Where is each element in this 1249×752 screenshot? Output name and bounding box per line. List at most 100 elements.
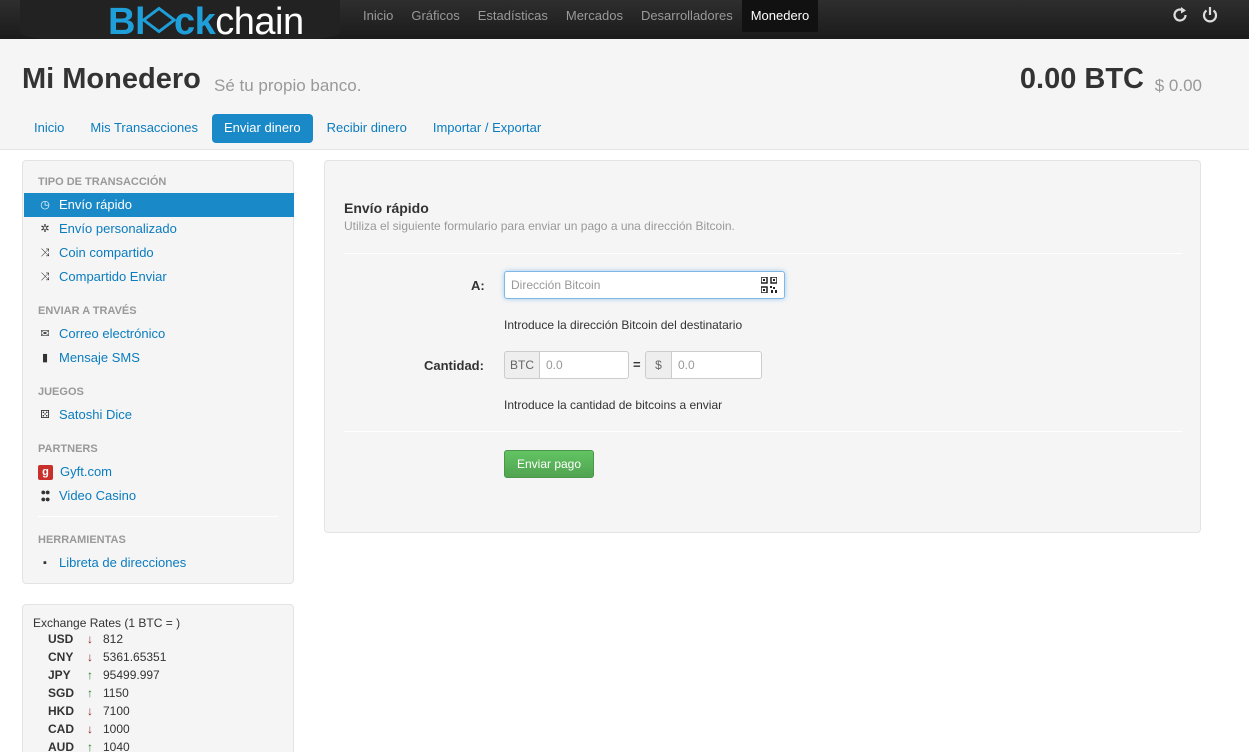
rate-row: AUD ↑ 1040 (23, 740, 293, 752)
amount-help: Introduce la cantidad de bitcoins a envi… (504, 398, 723, 412)
form-title: Envío rápido (344, 200, 429, 216)
rate-value: 7100 (103, 704, 130, 718)
amount-label: Cantidad: (424, 358, 484, 373)
top-navbar: Bl ckchain Inicio Gráficos Estadísticas M… (0, 0, 1249, 46)
sidebar-heading-games: JUEGOS (38, 386, 84, 398)
form-divider (344, 431, 1182, 432)
sidebar: TIPO DE TRANSACCIÓN ◷ Envío rápido ✲ Envío… (22, 160, 294, 584)
rate-value: 5361.65351 (103, 650, 167, 664)
rate-currency: CNY (48, 650, 74, 664)
sidebar-heading-via: ENVIAR A TRAVÉS (38, 305, 137, 317)
arrow-down-icon: ↓ (87, 704, 93, 718)
sidebar-item-label: Video Casino (59, 488, 137, 503)
shuffle-icon: ⤨ (40, 247, 50, 259)
rate-currency: JPY (48, 668, 71, 682)
rate-value: 1040 (103, 740, 130, 752)
usd-addon: $ (645, 351, 672, 379)
btc-addon: BTC (504, 351, 540, 379)
sidebar-item-compartido-enviar[interactable]: ⤨ Compartido Enviar (24, 265, 294, 289)
nav-estadisticas[interactable]: Estadísticas (469, 0, 557, 32)
arrow-down-icon: ↓ (87, 632, 93, 646)
arrow-down-icon: ↓ (87, 650, 93, 664)
power-icon[interactable] (1201, 6, 1219, 24)
nav-icons (1171, 6, 1219, 24)
shuffle-icon: ⤨ (40, 271, 50, 283)
sidebar-heading-tools: HERRAMIENTAS (38, 534, 126, 546)
envelope-icon: ✉ (40, 328, 50, 340)
sidebar-item-libreta[interactable]: ▪ Libreta de direcciones (24, 551, 294, 575)
rate-currency: SGD (48, 686, 75, 700)
dice-icon: ⚄ (40, 409, 50, 421)
send-payment-button[interactable]: Enviar pago (504, 450, 594, 478)
sidebar-item-label: Envío personalizado (59, 221, 177, 236)
nav-inicio[interactable]: Inicio (354, 0, 402, 32)
sidebar-item-coin-compartido[interactable]: ⤨ Coin compartido (24, 241, 294, 265)
nav-mercados[interactable]: Mercados (557, 0, 632, 32)
refresh-icon[interactable] (1171, 6, 1189, 24)
page-subtitle: Sé tu propio banco. (214, 76, 362, 95)
nav-desarrolladores[interactable]: Desarrolladores (632, 0, 742, 32)
btc-amount-input[interactable]: 0.0 (540, 351, 629, 379)
rate-value: 1000 (103, 722, 130, 736)
book-icon: ▪ (43, 557, 47, 569)
tab-inicio[interactable]: Inicio (22, 114, 76, 143)
rate-value: 812 (103, 632, 124, 646)
arrow-down-icon: ↓ (87, 722, 93, 736)
blockchain-logo[interactable]: Bl ckchain (108, 1, 304, 44)
sidebar-item-label: Mensaje SMS (59, 350, 140, 365)
sidebar-item-gyft[interactable]: g Gyft.com (24, 460, 294, 484)
rate-row: CNY ↓ 5361.65351 (23, 650, 293, 668)
phone-icon: ▮ (41, 352, 49, 364)
usd-balance: $ 0.00 (1154, 76, 1202, 95)
tab-enviar-dinero[interactable]: Enviar dinero (212, 114, 313, 143)
sidebar-item-satoshi-dice[interactable]: ⚄ Satoshi Dice (24, 403, 294, 427)
sidebar-item-label: Correo electrónico (59, 326, 166, 341)
sidebar-item-label: Libreta de direcciones (59, 555, 187, 570)
sidebar-heading-tx: TIPO DE TRANSACCIÓN (38, 176, 167, 188)
wallet-tabs: Inicio Mis Transacciones Enviar dinero R… (22, 114, 553, 143)
equals-sign: = (633, 357, 641, 372)
cube-icon (141, 6, 177, 34)
qr-code-icon[interactable] (761, 277, 777, 293)
rate-row: SGD ↑ 1150 (23, 686, 293, 704)
logo-text-mid: ck (174, 1, 216, 43)
sidebar-item-envio-rapido[interactable]: ◷ Envío rápido (24, 193, 294, 217)
main-nav: Inicio Gráficos Estadísticas Mercados De… (354, 0, 819, 39)
arrow-up-icon: ↑ (87, 740, 93, 752)
rate-row: HKD ↓ 7100 (23, 704, 293, 722)
page-header: Mi Monedero Sé tu propio banco. 0.00 BTC… (0, 39, 1249, 150)
usd-amount-input[interactable]: 0.0 (672, 351, 762, 379)
nav-monedero[interactable]: Monedero (741, 0, 819, 32)
quick-send-panel: Envío rápido Utiliza el siguiente formul… (324, 160, 1201, 533)
clock-icon: ◷ (40, 199, 50, 211)
gear-icon: ✲ (40, 223, 50, 235)
sidebar-item-label: Satoshi Dice (59, 407, 132, 422)
tab-recibir-dinero[interactable]: Recibir dinero (315, 114, 419, 143)
tab-importar-exportar[interactable]: Importar / Exportar (421, 114, 553, 143)
sidebar-item-correo[interactable]: ✉ Correo electrónico (24, 322, 294, 346)
gyft-icon: g (38, 464, 53, 480)
form-divider (344, 253, 1182, 254)
sidebar-item-video-casino[interactable]: ●● ●● Video Casino (24, 484, 294, 508)
rate-value: 1150 (103, 686, 129, 700)
sidebar-divider (38, 516, 278, 517)
to-label: A: (471, 278, 485, 293)
rate-currency: AUD (48, 740, 74, 752)
rate-row: USD ↓ 812 (23, 632, 293, 650)
bitcoin-address-input[interactable]: Dirección Bitcoin (504, 271, 785, 299)
sidebar-item-label: Envío rápido (59, 197, 132, 212)
tab-mis-transacciones[interactable]: Mis Transacciones (78, 114, 210, 143)
sidebar-item-envio-personalizado[interactable]: ✲ Envío personalizado (24, 217, 294, 241)
sidebar-heading-partners: PARTNERS (38, 443, 98, 455)
arrow-up-icon: ↑ (87, 668, 93, 682)
form-subtitle: Utiliza el siguiente formulario para env… (344, 219, 735, 233)
rate-currency: CAD (48, 722, 74, 736)
sidebar-item-label: Gyft.com (60, 464, 113, 479)
logo-text-start: Bl (108, 1, 146, 43)
casino-icon: ●● ●● (40, 487, 51, 504)
btc-balance: 0.00 BTC (1019, 63, 1144, 95)
sidebar-item-sms[interactable]: ▮ Mensaje SMS (24, 346, 294, 370)
nav-graficos[interactable]: Gráficos (402, 0, 468, 32)
rate-currency: USD (48, 632, 74, 646)
rate-currency: HKD (48, 704, 74, 718)
